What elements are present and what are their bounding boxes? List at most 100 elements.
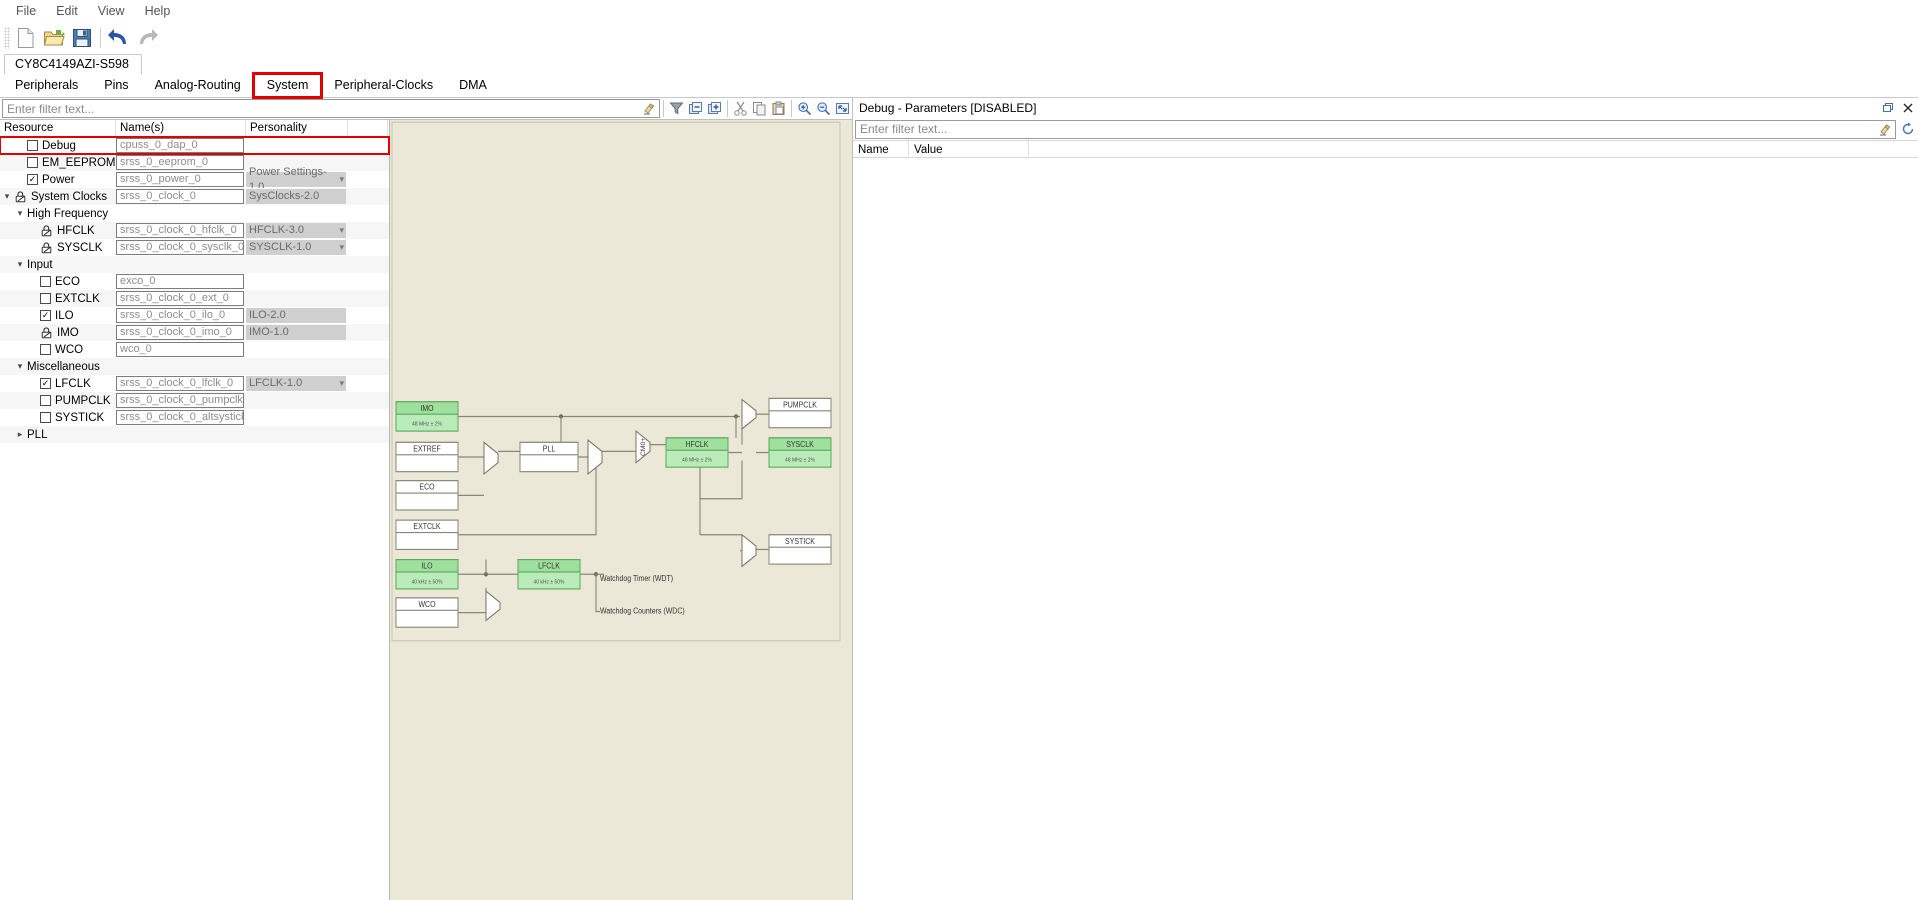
parameters-filter-input[interactable]: Enter filter text... — [855, 119, 1896, 139]
tree-row-resource-cell[interactable]: IMO — [0, 324, 116, 341]
personality-select[interactable]: SYSCLK-1.0 ▾ — [246, 240, 346, 255]
table-row[interactable]: SYSTICK srss_0_clock_0_altsystickclk_0 — [0, 409, 389, 426]
tree-row-personality-cell[interactable] — [246, 205, 348, 222]
eraser-icon[interactable] — [641, 101, 656, 116]
tree-row-name-cell[interactable] — [116, 358, 246, 375]
chevron-down-icon[interactable]: ▾ — [13, 205, 27, 222]
chevron-down-icon[interactable]: ▾ — [339, 376, 344, 391]
table-row[interactable]: HFCLK srss_0_clock_0_hfclk_0 HFCLK-3.0 ▾ — [0, 222, 389, 239]
tree-row-resource-cell[interactable]: SYSCLK — [0, 239, 116, 256]
tree-row-resource-cell[interactable]: EXTCLK — [0, 290, 116, 307]
resource-checkbox[interactable]: ✓ — [40, 310, 51, 321]
table-row[interactable]: ✓ LFCLK srss_0_clock_0_lfclk_0 LFCLK-1.0 ▾ — [0, 375, 389, 392]
resource-filter-input[interactable]: Enter filter text... — [2, 99, 660, 118]
copy-icon[interactable] — [750, 99, 769, 118]
clock-block-extref[interactable]: EXTREF — [395, 441, 459, 473]
table-row[interactable]: ▾ High Frequency — [0, 205, 389, 222]
menu-item-view[interactable]: View — [88, 2, 135, 20]
eraser-icon[interactable] — [1877, 122, 1892, 137]
refresh-icon[interactable] — [1898, 122, 1918, 136]
resource-name-input[interactable]: srss_0_clock_0_ilo_0 — [116, 308, 244, 323]
tree-row-name-cell[interactable]: srss_0_clock_0_altsystickclk_0 — [116, 409, 246, 426]
collapse-all-icon[interactable] — [686, 99, 705, 118]
clock-block-pumpclk[interactable]: PUMPCLK — [768, 397, 832, 429]
tree-row-personality-cell[interactable]: SysClocks-2.0 — [246, 188, 348, 205]
table-row[interactable]: WCO wco_0 — [0, 341, 389, 358]
resource-name-input[interactable]: srss_0_power_0 — [116, 172, 244, 187]
tree-row-resource-cell[interactable]: SYSTICK — [0, 409, 116, 426]
tree-row-name-cell[interactable]: srss_0_clock_0_ilo_0 — [116, 307, 246, 324]
table-row[interactable]: EXTCLK srss_0_clock_0_ext_0 — [0, 290, 389, 307]
redo-icon[interactable] — [133, 24, 161, 52]
tree-row-resource-cell[interactable]: HFCLK — [0, 222, 116, 239]
resource-checkbox[interactable] — [40, 344, 51, 355]
close-icon[interactable] — [1902, 102, 1914, 114]
tree-row-name-cell[interactable]: cpuss_0_dap_0 — [116, 137, 246, 154]
tree-row-personality-cell[interactable]: HFCLK-3.0 ▾ — [246, 222, 348, 239]
clock-block-ilo[interactable]: ILO 40 kHz ± 50% — [395, 559, 459, 590]
clock-block-hfclk[interactable]: HFCLK 48 MHz ± 2% — [665, 437, 729, 468]
expand-all-icon[interactable] — [705, 99, 724, 118]
chevron-right-icon[interactable]: ▸ — [13, 426, 27, 443]
tree-row-resource-cell[interactable]: Debug — [0, 137, 116, 154]
personality-select[interactable]: LFCLK-1.0 ▾ — [246, 376, 346, 391]
restore-icon[interactable] — [1882, 102, 1894, 114]
tree-row-name-cell[interactable]: srss_0_power_0 — [116, 171, 246, 188]
tree-row-resource-cell[interactable]: ▾ Input — [0, 256, 116, 273]
resource-checkbox[interactable] — [40, 395, 51, 406]
column-header-names[interactable]: Name(s) — [116, 120, 246, 136]
resource-name-input[interactable]: srss_0_eeprom_0 — [116, 155, 244, 170]
tree-row-resource-cell[interactable]: ✓ Power — [0, 171, 116, 188]
resource-name-input[interactable]: srss_0_clock_0_hfclk_0 — [116, 223, 244, 238]
filter-icon[interactable] — [667, 99, 686, 118]
table-row[interactable]: PUMPCLK srss_0_clock_0_pumpclk_0 — [0, 392, 389, 409]
menu-item-file[interactable]: File — [6, 2, 46, 20]
tree-row-personality-cell[interactable]: Power Settings-1.0 ▾ — [246, 166, 348, 193]
tree-row-name-cell[interactable]: srss_0_clock_0_ext_0 — [116, 290, 246, 307]
tree-row-name-cell[interactable]: srss_0_clock_0_hfclk_0 — [116, 222, 246, 239]
tree-row-resource-cell[interactable]: WCO — [0, 341, 116, 358]
tree-row-personality-cell[interactable] — [246, 392, 348, 409]
column-header-resource[interactable]: Resource — [0, 120, 116, 136]
fit-to-window-icon[interactable] — [833, 99, 852, 118]
tree-row-name-cell[interactable]: srss_0_clock_0_lfclk_0 — [116, 375, 246, 392]
tab-dma[interactable]: DMA — [446, 74, 500, 97]
tree-row-resource-cell[interactable]: ✓ ILO — [0, 307, 116, 324]
resource-checkbox[interactable] — [27, 140, 38, 151]
tree-row-personality-cell[interactable] — [246, 341, 348, 358]
table-row[interactable]: SYSCLK srss_0_clock_0_sysclk_0 SYSCLK-1.0 ▾ — [0, 239, 389, 256]
resource-name-input[interactable]: cpuss_0_dap_0 — [116, 138, 244, 153]
parameters-list[interactable] — [853, 158, 1918, 900]
tree-row-personality-cell[interactable]: IMO-1.0 — [246, 324, 348, 341]
tab-pins[interactable]: Pins — [91, 74, 141, 97]
tree-row-name-cell[interactable]: wco_0 — [116, 341, 246, 358]
tree-row-resource-cell[interactable]: ▾ Miscellaneous — [0, 358, 116, 375]
tree-row-personality-cell[interactable] — [246, 256, 348, 273]
resource-checkbox[interactable]: ✓ — [40, 378, 51, 389]
tree-row-personality-cell[interactable] — [246, 137, 348, 154]
resource-name-input[interactable]: srss_0_clock_0_lfclk_0 — [116, 376, 244, 391]
table-row[interactable]: ▾ System Clocks srss_0_clock_0 SysClocks-2.… — [0, 188, 389, 205]
tree-row-resource-cell[interactable]: ▾ System Clocks — [0, 188, 116, 205]
clock-block-extclk[interactable]: EXTCLK — [395, 519, 459, 551]
tree-row-name-cell[interactable]: srss_0_clock_0_imo_0 — [116, 324, 246, 341]
resource-name-input[interactable]: srss_0_clock_0_ext_0 — [116, 291, 244, 306]
table-row[interactable]: Debug cpuss_0_dap_0 — [0, 136, 390, 155]
resource-name-input[interactable]: srss_0_clock_0 — [116, 189, 244, 204]
tree-row-resource-cell[interactable]: PUMPCLK — [0, 392, 116, 409]
open-folder-icon[interactable] — [40, 24, 68, 52]
personality-select[interactable]: IMO-1.0 — [246, 325, 346, 340]
tree-row-resource-cell[interactable]: ECO — [0, 273, 116, 290]
tree-row-name-cell[interactable] — [116, 426, 246, 443]
clock-block-pll[interactable]: PLL — [519, 441, 579, 473]
table-row[interactable]: ECO exco_0 — [0, 273, 389, 290]
table-row[interactable]: ✓ ILO srss_0_clock_0_ilo_0 ILO-2.0 — [0, 307, 389, 324]
cut-icon[interactable] — [731, 99, 750, 118]
undo-icon[interactable] — [105, 24, 133, 52]
new-file-icon[interactable] — [12, 24, 40, 52]
chevron-down-icon[interactable]: ▾ — [13, 256, 27, 273]
tree-row-resource-cell[interactable]: EM_EEPROM — [0, 154, 116, 171]
personality-select[interactable]: SysClocks-2.0 — [246, 189, 346, 204]
zoom-in-icon[interactable] — [795, 99, 814, 118]
menu-item-edit[interactable]: Edit — [46, 2, 88, 20]
